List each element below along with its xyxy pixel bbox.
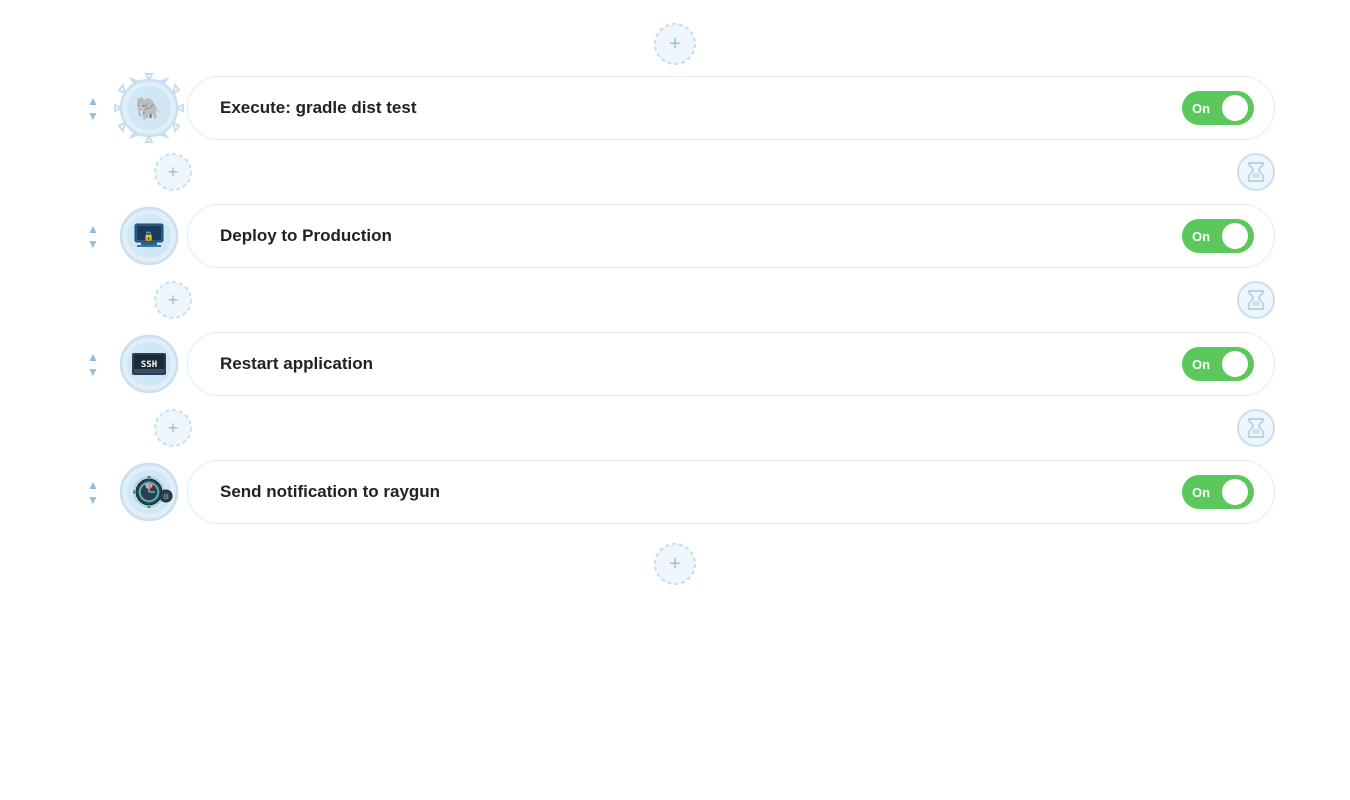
hourglass-icon-2[interactable] bbox=[1237, 281, 1275, 319]
add-step-button-3[interactable]: + bbox=[149, 276, 197, 324]
svg-text:🐘: 🐘 bbox=[135, 96, 162, 121]
toggle-text-3: On bbox=[1192, 357, 1210, 372]
connector-right-2 bbox=[1237, 281, 1275, 319]
step-row-4: ▲ ▼ 🎯 bbox=[75, 454, 1275, 530]
arrow-down-icon-3: ▼ bbox=[87, 365, 99, 379]
arrow-down-icon: ▼ bbox=[87, 109, 99, 123]
connector-area-1: + bbox=[75, 148, 1275, 196]
toggle-knob-4 bbox=[1222, 479, 1248, 505]
step-icon-container-2: 🔒 bbox=[111, 198, 187, 274]
step-label-2: Deploy to Production bbox=[220, 226, 1182, 246]
svg-text:+: + bbox=[168, 290, 179, 310]
arrow-down-icon-2: ▼ bbox=[87, 237, 99, 251]
reorder-handle-2[interactable]: ▲ ▼ bbox=[75, 222, 111, 251]
toggle-knob-1 bbox=[1222, 95, 1248, 121]
toggle-knob-3 bbox=[1222, 351, 1248, 377]
step-card-1: Execute: gradle dist test On bbox=[187, 76, 1275, 140]
step-row-1: ▲ ▼ 🐘 Execute: gradle dist test On bbox=[75, 70, 1275, 146]
gear-icon-1: 🐘 bbox=[111, 70, 187, 146]
step-card-2: Deploy to Production On bbox=[187, 204, 1275, 268]
step-icon-container-4: 🎯 ⚙ bbox=[111, 454, 187, 530]
step-label-1: Execute: gradle dist test bbox=[220, 98, 1182, 118]
step-label-3: Restart application bbox=[220, 354, 1182, 374]
toggle-wrap-3: On bbox=[1182, 347, 1254, 381]
arrow-up-icon: ▲ bbox=[87, 94, 99, 108]
arrow-down-icon-4: ▼ bbox=[87, 493, 99, 507]
reorder-handle-4[interactable]: ▲ ▼ bbox=[75, 478, 111, 507]
arrow-up-icon-3: ▲ bbox=[87, 350, 99, 364]
step-row-2: ▲ ▼ 🔒 Deploy to Production On bbox=[75, 198, 1275, 274]
pipeline-container: + ▲ ▼ 🐘 Execute: gradle dist test On bbox=[75, 20, 1275, 588]
svg-text:+: + bbox=[168, 162, 179, 182]
arrow-up-icon-4: ▲ bbox=[87, 478, 99, 492]
toggle-text-2: On bbox=[1192, 229, 1210, 244]
reorder-handle-1[interactable]: ▲ ▼ bbox=[75, 94, 111, 123]
step-icon-container-3: SSH bbox=[111, 326, 187, 402]
add-step-button-bottom[interactable]: + bbox=[651, 540, 699, 588]
gear-icon-3: SSH bbox=[111, 326, 187, 402]
toggle-knob-2 bbox=[1222, 223, 1248, 249]
svg-text:SSH: SSH bbox=[141, 360, 157, 370]
gear-icon-2: 🔒 bbox=[111, 198, 187, 274]
gear-icon-4: 🎯 ⚙ bbox=[111, 454, 187, 530]
toggle-wrap-4: On bbox=[1182, 475, 1254, 509]
add-step-button-top[interactable]: + bbox=[651, 20, 699, 68]
toggle-text-4: On bbox=[1192, 485, 1210, 500]
connector-right-3 bbox=[1237, 409, 1275, 447]
step-card-4: Send notification to raygun On bbox=[187, 460, 1275, 524]
connector-area-2: + bbox=[75, 276, 1275, 324]
step-icon-container-1: 🐘 bbox=[111, 70, 187, 146]
toggle-text-1: On bbox=[1192, 101, 1210, 116]
toggle-wrap-1: On bbox=[1182, 91, 1254, 125]
step-row-3: ▲ ▼ SSH Restart application On bbox=[75, 326, 1275, 402]
add-step-button-2[interactable]: + bbox=[149, 148, 197, 196]
svg-text:🔒: 🔒 bbox=[143, 231, 154, 241]
step-label-4: Send notification to raygun bbox=[220, 482, 1182, 502]
toggle-1[interactable]: On bbox=[1182, 91, 1254, 125]
connector-area-3: + bbox=[75, 404, 1275, 452]
toggle-wrap-2: On bbox=[1182, 219, 1254, 253]
svg-text:+: + bbox=[669, 553, 681, 575]
toggle-3[interactable]: On bbox=[1182, 347, 1254, 381]
add-step-button-4[interactable]: + bbox=[149, 404, 197, 452]
reorder-handle-3[interactable]: ▲ ▼ bbox=[75, 350, 111, 379]
svg-text:+: + bbox=[168, 418, 179, 438]
svg-text:+: + bbox=[669, 33, 681, 55]
step-card-3: Restart application On bbox=[187, 332, 1275, 396]
arrow-up-icon-2: ▲ bbox=[87, 222, 99, 236]
toggle-4[interactable]: On bbox=[1182, 475, 1254, 509]
connector-right-1 bbox=[1237, 153, 1275, 191]
toggle-2[interactable]: On bbox=[1182, 219, 1254, 253]
hourglass-icon-1[interactable] bbox=[1237, 153, 1275, 191]
svg-text:⚙: ⚙ bbox=[163, 493, 169, 501]
hourglass-icon-3[interactable] bbox=[1237, 409, 1275, 447]
